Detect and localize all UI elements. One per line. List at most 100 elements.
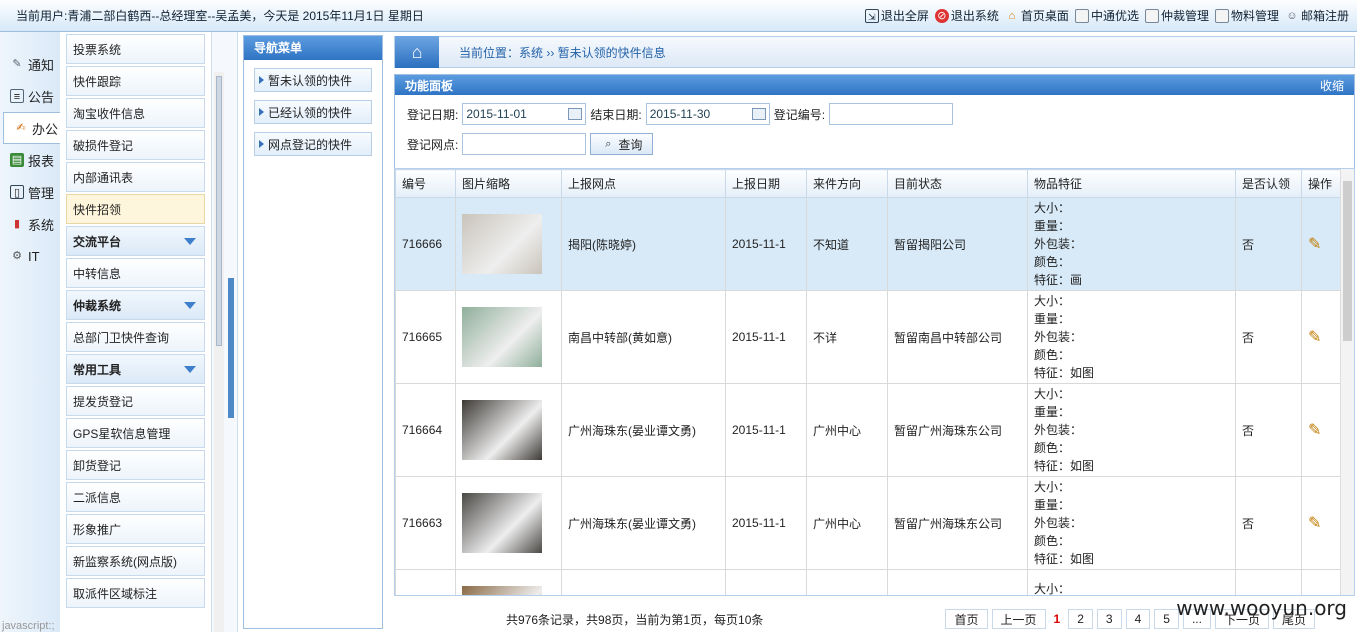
cell-features: 大小：重量：外包装：颜色：: [1027, 569, 1236, 596]
document-icon: [1144, 8, 1159, 23]
menu-item[interactable]: 二派信息: [66, 482, 205, 512]
prev-page-button[interactable]: 上一页: [991, 609, 1046, 629]
exit-fullscreen-link[interactable]: ⇲ 退出全屏: [864, 7, 929, 24]
menu-item[interactable]: GPS星软信息管理: [66, 418, 205, 448]
menu-item[interactable]: 取派件区域标注: [66, 578, 205, 608]
menu-item[interactable]: 新监察系统(网点版): [66, 546, 205, 576]
cell-action: ✎: [1301, 290, 1342, 384]
feature-label: 重量：: [1034, 405, 1071, 419]
feature-value: 特征：画: [1034, 273, 1083, 287]
cell-date: 2015-11-1: [725, 197, 807, 291]
nav-item-site-registered[interactable]: 网点登记的快件: [254, 132, 372, 156]
parcel-thumbnail[interactable]: [462, 586, 542, 595]
zto-select-link[interactable]: 中通优选: [1074, 7, 1139, 24]
user-info: 当前用户:青浦二部白鹤西--总经理室--吴孟美，今天是 2015年11月1日 星…: [16, 9, 424, 23]
arbitration-link[interactable]: 仲裁管理: [1144, 7, 1209, 24]
reg-no-input[interactable]: [829, 103, 954, 125]
cell-date: 2015-11-1: [725, 290, 807, 384]
tab-notice[interactable]: ✎ 通知: [0, 48, 60, 80]
tab-manage[interactable]: ▯ 管理: [0, 176, 60, 208]
edit-icon[interactable]: ✎: [1308, 329, 1321, 346]
menu-section-header[interactable]: 常用工具: [66, 354, 205, 384]
table-header-row: 编号 图片缩略 上报网点 上报日期 来件方向 目前状态 物品特征 是否认领 操作: [395, 169, 1342, 198]
menu-item[interactable]: 淘宝收件信息: [66, 98, 205, 128]
parcel-thumbnail[interactable]: [462, 493, 542, 553]
edit-icon[interactable]: ✎: [1308, 236, 1321, 253]
feature-label: 大小：: [1034, 582, 1071, 596]
feature-label: 颜色：: [1034, 255, 1071, 269]
tab-report[interactable]: ▤ 报表: [0, 144, 60, 176]
mailbox-register-link[interactable]: ☺ 邮箱注册: [1285, 7, 1349, 24]
top-links: ⇲ 退出全屏 ⊘ 退出系统 ⌂ 首页桌面 中通优选 仲裁管理 物料管理 ☺ 邮箱注册: [864, 7, 1349, 24]
table-row[interactable]: 716664 广州海珠东(晏业谭文勇) 2015-11-1 广州中心 暂留广州海珠东公司…: [395, 383, 1342, 477]
edit-icon[interactable]: ✎: [1308, 422, 1321, 439]
menu-section-header[interactable]: 交流平台: [66, 226, 205, 256]
tab-it[interactable]: ⚙ IT: [0, 240, 60, 272]
cell-site: 揭阳(陈晓婷): [561, 197, 726, 291]
tab-office[interactable]: ✍ 办公: [3, 112, 60, 144]
page-link[interactable]: 2: [1068, 609, 1093, 629]
table-row[interactable]: 716665 南昌中转部(黄如意) 2015-11-1 不详 暂留南昌中转部公司 大小： 重…: [395, 290, 1342, 384]
end-date-input[interactable]: 2015-11-30: [645, 103, 770, 125]
materials-link[interactable]: 物料管理: [1214, 7, 1279, 24]
calendar-icon[interactable]: [751, 108, 766, 120]
cell-features: 大小： 重量： 外包装： 颜色： 特征：如图: [1027, 383, 1236, 477]
calendar-icon[interactable]: [568, 108, 583, 120]
page-link[interactable]: 1: [1049, 609, 1065, 629]
cell-status: [887, 569, 1028, 595]
grid-scrollbar[interactable]: [1340, 169, 1354, 595]
menu-item[interactable]: 总部门卫快件查询: [66, 322, 205, 352]
parcel-thumbnail[interactable]: [462, 400, 542, 460]
menu-item[interactable]: 形象推广: [66, 514, 205, 544]
exit-system-link[interactable]: ⊘ 退出系统: [934, 7, 999, 24]
home-icon[interactable]: ⌂: [395, 36, 439, 68]
scrollbar-thumb[interactable]: [1343, 181, 1352, 341]
menu-item-label: 投票系统: [73, 42, 122, 57]
menu-item[interactable]: 投票系统: [66, 34, 205, 64]
home-desktop-link[interactable]: ⌂ 首页桌面: [1005, 7, 1069, 24]
cell-site: 广州海珠东(晏业谭文勇): [561, 383, 726, 477]
first-page-button[interactable]: 首页: [945, 609, 988, 629]
menu-item-label: 仲裁系统: [73, 298, 122, 313]
menu-item[interactable]: 快件跟踪: [66, 66, 205, 96]
search-button[interactable]: ⌕ 查询: [590, 133, 654, 155]
menu-section-header[interactable]: 仲裁系统: [66, 290, 205, 320]
page-link[interactable]: 4: [1125, 609, 1151, 629]
reg-site-input[interactable]: [462, 133, 587, 155]
col-header: 上报日期: [725, 169, 807, 198]
feature-label: 颜色：: [1034, 441, 1071, 455]
cell-thumbnail: [455, 383, 562, 477]
menu-scrollbar[interactable]: [214, 72, 224, 632]
scrollbar-thumb[interactable]: [216, 76, 222, 346]
nav-item-unclaimed[interactable]: 暂未认领的快件: [254, 68, 372, 92]
collapse-handle[interactable]: [228, 278, 234, 418]
nav-item-claimed[interactable]: 已经认领的快件: [254, 100, 372, 124]
collapse-link[interactable]: 收缩: [1320, 77, 1344, 94]
cell-claimed: 否: [1235, 290, 1302, 384]
edit-icon[interactable]: ✎: [1308, 515, 1321, 532]
cell-claimed: 否: [1235, 197, 1302, 291]
table-row[interactable]: 716663 广州海珠东(晏业谭文勇) 2015-11-1 广州中心 暂留广州海珠东公司…: [395, 476, 1342, 570]
parcel-thumbnail[interactable]: [462, 307, 542, 367]
parcel-thumbnail[interactable]: [462, 214, 542, 274]
cell-thumbnail: [455, 476, 562, 570]
menu-item[interactable]: 破损件登记: [66, 130, 205, 160]
feature-label: 大小：: [1034, 480, 1071, 494]
cell-features: 大小： 重量： 外包装： 颜色： 特征：如图: [1027, 290, 1236, 384]
menu-splitter[interactable]: [212, 32, 238, 632]
tab-announcement[interactable]: ≡ 公告: [0, 80, 60, 112]
page-link[interactable]: 3: [1096, 609, 1122, 629]
reg-date-input[interactable]: 2015-11-01: [462, 103, 587, 125]
menu-item[interactable]: 快件招领: [66, 194, 205, 224]
menu-item-label: GPS星软信息管理: [73, 426, 171, 441]
menu-item-label: 破损件登记: [73, 138, 134, 153]
tab-system[interactable]: ▮ 系统: [0, 208, 60, 240]
pager-info: 共976条记录，共98页，当前为第1页，每页10条: [506, 612, 764, 627]
menu-item[interactable]: 提发货登记: [66, 386, 205, 416]
table-row[interactable]: 716666 揭阳(陈晓婷) 2015-11-1 不知道 暂留揭阳公司 大小： 重量： 外包装…: [395, 197, 1342, 291]
menu-item[interactable]: 内部通讯表: [66, 162, 205, 192]
col-header: 物品特征: [1027, 169, 1236, 198]
menu-item[interactable]: 卸货登记: [66, 450, 205, 480]
menu-item[interactable]: 中转信息: [66, 258, 205, 288]
table-row[interactable]: 大小：重量：外包装：颜色：: [395, 569, 1342, 596]
